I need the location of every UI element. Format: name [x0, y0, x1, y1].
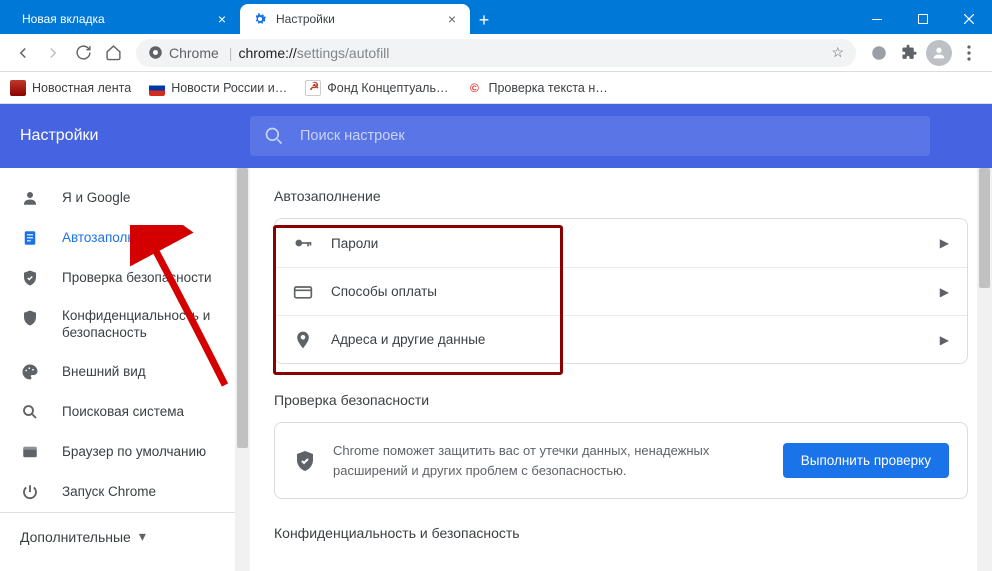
search-input[interactable] [300, 128, 916, 144]
tab-label: Новая вкладка [22, 12, 105, 26]
shield-icon [20, 308, 40, 328]
chrome-icon [148, 45, 163, 60]
tabs-region: Новая вкладка × Настройки × + [0, 0, 498, 34]
chevron-right-icon: ▶ [940, 333, 949, 347]
close-window-button[interactable] [946, 4, 992, 34]
site-identity: Chrome [148, 45, 223, 61]
sidebar-item-default-browser[interactable]: Браузер по умолчанию [0, 432, 250, 472]
main-panel: Автозаполнение Пароли ▶ Способы оплаты ▶… [250, 168, 992, 571]
sidebar: Я и Google Автозаполнение Проверка безоп… [0, 168, 250, 571]
autofill-card: Пароли ▶ Способы оплаты ▶ Адреса и други… [274, 218, 968, 364]
location-icon [293, 330, 313, 350]
bookmark-item[interactable]: ©Проверка текста н… [466, 80, 607, 96]
tab-settings[interactable]: Настройки × [240, 4, 470, 34]
omnibox-scheme: chrome://settings/autofill [238, 45, 389, 61]
sidebar-advanced-toggle[interactable]: Дополнительные ▾ [0, 512, 250, 560]
shield-check-icon [20, 268, 40, 288]
close-icon[interactable]: × [444, 11, 460, 27]
bookmark-item[interactable]: ☭Фонд Концептуаль… [305, 80, 448, 96]
close-icon[interactable]: × [214, 11, 230, 27]
chevron-right-icon: ▶ [940, 236, 949, 250]
settings-header: Настройки [0, 104, 992, 168]
safety-check-description: Chrome поможет защитить вас от утечки да… [333, 441, 783, 480]
profile-button[interactable] [924, 38, 954, 68]
settings-search[interactable] [250, 116, 930, 156]
back-button[interactable] [8, 38, 38, 68]
sidebar-scrollbar[interactable] [235, 168, 250, 571]
bookmark-item[interactable]: Новости России и… [149, 80, 287, 96]
section-title-autofill: Автозаполнение [274, 188, 968, 204]
row-passwords[interactable]: Пароли ▶ [275, 219, 967, 267]
shield-check-icon [293, 449, 317, 473]
content-area: Я и Google Автозаполнение Проверка безоп… [0, 168, 992, 571]
search-icon [264, 126, 284, 146]
sidebar-item-safety-check[interactable]: Проверка безопасности [0, 258, 250, 298]
tab-new-tab[interactable]: Новая вкладка × [10, 4, 240, 34]
star-icon[interactable]: ☆ [831, 44, 844, 61]
window-controls [854, 4, 992, 34]
sidebar-item-you-and-google[interactable]: Я и Google [0, 178, 250, 218]
sidebar-item-autofill[interactable]: Автозаполнение [0, 218, 250, 258]
omnibox-chrome-label: Chrome [169, 45, 219, 61]
chevron-down-icon: ▾ [139, 528, 146, 545]
key-icon [293, 233, 313, 253]
browser-toolbar: Chrome | chrome://settings/autofill ☆ [0, 34, 992, 72]
main-scrollbar[interactable] [977, 168, 992, 571]
page-title: Настройки [20, 127, 250, 145]
run-safety-check-button[interactable]: Выполнить проверку [783, 443, 949, 478]
window-titlebar: Новая вкладка × Настройки × + [0, 0, 992, 34]
sidebar-item-appearance[interactable]: Внешний вид [0, 352, 250, 392]
clipboard-icon [20, 228, 40, 248]
sidebar-item-privacy[interactable]: Конфиденциальность и безопасность [0, 298, 250, 352]
sidebar-item-on-startup[interactable]: Запуск Chrome [0, 472, 250, 512]
home-button[interactable] [98, 38, 128, 68]
section-title-privacy: Конфиденциальность и безопасность [274, 525, 968, 541]
power-icon [20, 482, 40, 502]
row-payment[interactable]: Способы оплаты ▶ [275, 267, 967, 315]
maximize-button[interactable] [900, 4, 946, 34]
forward-button[interactable] [38, 38, 68, 68]
safety-check-card: Chrome поможет защитить вас от утечки да… [274, 422, 968, 499]
browser-icon [20, 442, 40, 462]
sidebar-item-search-engine[interactable]: Поисковая система [0, 392, 250, 432]
palette-icon [20, 362, 40, 382]
minimize-button[interactable] [854, 4, 900, 34]
tab-label: Настройки [276, 12, 335, 26]
bookmark-item[interactable]: Новостная лента [10, 80, 131, 96]
menu-button[interactable] [954, 38, 984, 68]
address-bar[interactable]: Chrome | chrome://settings/autofill ☆ [136, 39, 856, 67]
globe-icon[interactable] [864, 38, 894, 68]
section-title-safety: Проверка безопасности [274, 392, 968, 408]
person-icon [20, 188, 40, 208]
search-icon [20, 402, 40, 422]
credit-card-icon [293, 282, 313, 302]
row-addresses[interactable]: Адреса и другие данные ▶ [275, 315, 967, 363]
bookmarks-bar: Новостная лента Новости России и… ☭Фонд … [0, 72, 992, 104]
extensions-icon[interactable] [894, 38, 924, 68]
chevron-right-icon: ▶ [940, 285, 949, 299]
reload-button[interactable] [68, 38, 98, 68]
gear-icon [252, 11, 268, 27]
new-tab-button[interactable]: + [470, 6, 498, 34]
